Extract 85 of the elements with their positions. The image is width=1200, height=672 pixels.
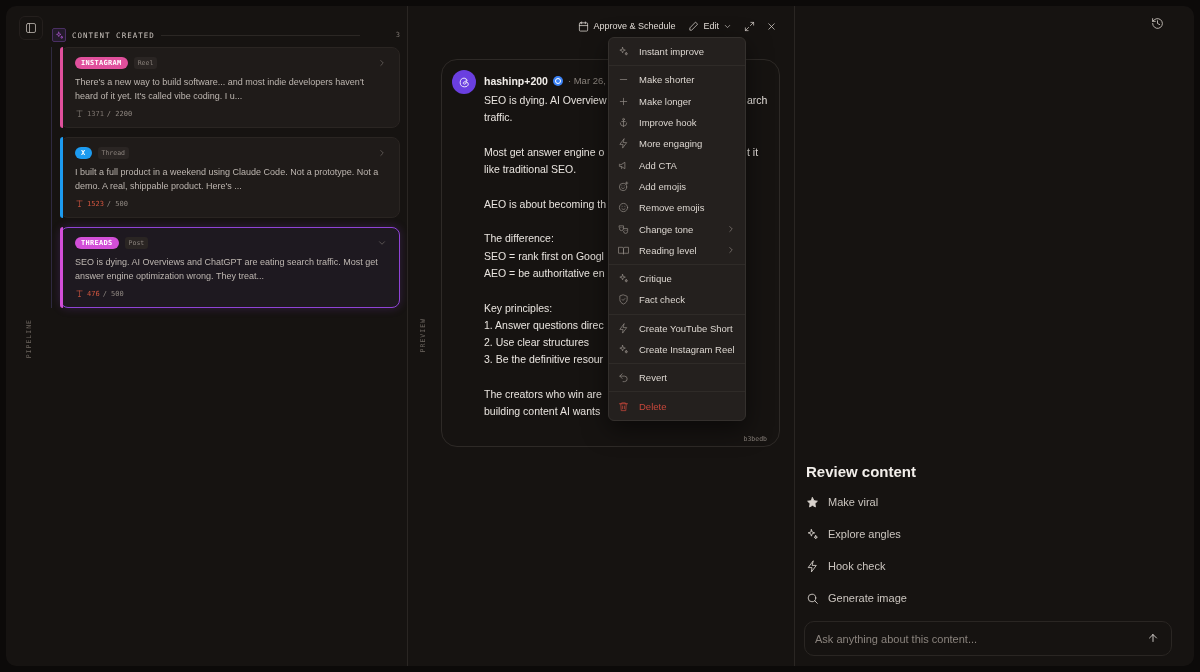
menu-item[interactable]: Create YouTube Short	[609, 317, 745, 339]
lightning-icon	[806, 559, 819, 573]
menu-item[interactable]: Create Instagram Reel	[609, 338, 745, 361]
menu-item[interactable]: Add emojis	[609, 175, 745, 198]
search-icon	[806, 591, 819, 605]
menu-item[interactable]: Reading level	[609, 239, 745, 261]
content-excerpt: There's a new way to build software... and most indie developers haven't heard of it yet. It's called vibe coding. I u...	[75, 76, 366, 103]
sparkle-icon	[618, 46, 629, 58]
panel-icon	[24, 22, 37, 34]
menu-item[interactable]: Critique	[609, 267, 745, 290]
megaphone-icon	[618, 159, 629, 171]
chevron-right-icon	[726, 245, 736, 256]
smiley-plus-icon	[618, 180, 629, 192]
content-excerpt: SEO is dying. AI Overviews and ChatGPT are eating search traffic. Most get answer engine optimization wrong. They treat...	[75, 256, 379, 283]
chevron-right-icon	[726, 224, 736, 234]
sparkle-icon	[618, 344, 629, 355]
menu-item[interactable]: Improve hook	[609, 111, 745, 134]
undo-icon	[618, 372, 629, 384]
menu-item[interactable]: Revert	[609, 367, 745, 389]
sidebar-toggle-button[interactable]	[18, 16, 43, 40]
menu-item[interactable]: Delete	[609, 395, 745, 417]
edit-button[interactable]: Edit	[686, 18, 734, 34]
suggestion-item[interactable]: Hook check	[806, 550, 1172, 582]
sparkle-icon	[806, 527, 819, 541]
calendar-icon	[578, 20, 590, 32]
masks-icon	[618, 223, 629, 235]
post-text-line: The creators who win are	[484, 387, 602, 403]
menu-item[interactable]: Add CTA	[609, 154, 745, 176]
post-text-line: SEO is dying. AI Overview	[484, 93, 607, 108]
menu-item[interactable]: Make shorter	[609, 69, 745, 91]
post-text-line: like traditional SEO.	[484, 162, 577, 178]
menu-item[interactable]: Make longer	[609, 90, 745, 112]
post-text-line: Most get answer engine o	[484, 144, 605, 160]
post-text-line: 3. Be the definitive resour	[484, 352, 604, 368]
post-text-line: traffic.	[484, 110, 513, 126]
shield-check-icon	[618, 294, 629, 306]
post-text-line: t it	[747, 144, 759, 160]
chevron-right-icon	[377, 147, 387, 158]
text-icon	[75, 289, 84, 298]
suggestion-item[interactable]: Generate image	[806, 582, 1172, 614]
menu-item[interactable]: Change tone	[609, 218, 745, 240]
content-excerpt: I built a full product in a weekend using Claude Code. Not a prototype. Not a demo. A real, shippable product. Here's ...	[75, 166, 380, 193]
history-icon	[1151, 17, 1164, 30]
anchor-icon	[618, 117, 629, 129]
suggestion-item[interactable]: Explore angles	[806, 518, 1172, 550]
trash-icon	[618, 400, 629, 412]
menu-item[interactable]: Fact check	[609, 289, 745, 311]
plus-icon	[618, 95, 629, 107]
menu-item[interactable]: Instant improve	[609, 41, 745, 63]
post-text-line: AEO = be authoritative en	[484, 265, 605, 281]
star-icon	[806, 495, 819, 509]
post-text-line: The difference:	[484, 231, 554, 247]
post-text-line: SEO = rank first on Googl	[484, 248, 604, 264]
author-name: hashinp+200	[484, 74, 548, 87]
pencil-icon	[688, 20, 700, 32]
history-button[interactable]	[1149, 15, 1166, 32]
suggestion-item[interactable]: Make viral	[806, 486, 1172, 518]
chat-input[interactable]: Ask anything about this content...	[804, 621, 1172, 656]
lightning-icon	[618, 138, 629, 150]
menu-item[interactable]: Remove emojis	[609, 197, 745, 219]
book-icon	[618, 244, 629, 256]
text-icon	[75, 199, 84, 208]
panel-heading: Review content	[806, 463, 918, 480]
post-text-line: AEO is about becoming th	[484, 196, 606, 212]
send-button[interactable]	[1147, 632, 1159, 644]
post-text-line: 2. Use clear structures	[484, 335, 590, 351]
close-icon	[766, 20, 777, 32]
expand-icon	[744, 20, 755, 32]
sparkle-icon	[618, 273, 629, 285]
post-date: · Mar 26,	[567, 75, 606, 86]
chevron-right-icon	[377, 57, 387, 68]
menu-item[interactable]: More engaging	[609, 133, 745, 155]
expand-button[interactable]	[743, 19, 756, 33]
lightning-icon	[618, 322, 629, 334]
text-icon	[75, 109, 84, 118]
post-text-line: arch	[747, 93, 768, 108]
arrow-up-icon	[1147, 632, 1159, 644]
post-text-line: building content AI wants	[484, 404, 601, 420]
approve-schedule-button[interactable]: Approve & Schedule	[576, 18, 678, 34]
avatar	[452, 70, 476, 94]
post-text-line: Key principles:	[484, 300, 553, 316]
sparkle-icon	[52, 28, 66, 42]
post-text-line: 1. Answer questions direc	[484, 317, 604, 333]
verified-icon	[552, 75, 563, 86]
smiley-icon	[618, 202, 629, 214]
